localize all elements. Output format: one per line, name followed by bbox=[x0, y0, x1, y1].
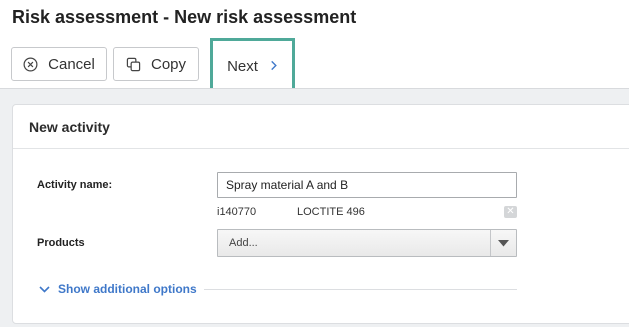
next-button-highlight: Next bbox=[210, 38, 295, 95]
copy-button[interactable]: Copy bbox=[113, 47, 199, 81]
next-label: Next bbox=[227, 58, 258, 75]
close-circle-icon bbox=[23, 57, 38, 72]
product-item: i140770 LOCTITE 496 ✕ bbox=[217, 205, 517, 221]
activity-name-label: Activity name: bbox=[37, 179, 113, 191]
new-activity-panel: New activity Activity name: i140770 LOCT… bbox=[12, 104, 629, 324]
page-title: Risk assessment - New risk assessment bbox=[12, 7, 357, 27]
product-name: LOCTITE 496 bbox=[297, 206, 365, 218]
copy-icon bbox=[126, 57, 141, 72]
divider bbox=[204, 289, 517, 290]
next-button[interactable]: Next bbox=[213, 41, 292, 92]
copy-label: Copy bbox=[150, 55, 187, 73]
cancel-button[interactable]: Cancel bbox=[11, 47, 107, 81]
caret-down-icon[interactable] bbox=[490, 230, 516, 256]
products-select-value: Add... bbox=[229, 237, 258, 249]
chevron-down-icon bbox=[39, 282, 50, 296]
panel-title: New activity bbox=[29, 119, 110, 135]
close-icon[interactable]: ✕ bbox=[504, 206, 517, 218]
cancel-label: Cancel bbox=[48, 55, 95, 73]
products-label: Products bbox=[37, 237, 85, 249]
activity-name-input[interactable] bbox=[217, 172, 517, 198]
product-code: i140770 bbox=[217, 206, 257, 218]
panel-header: New activity bbox=[13, 105, 629, 149]
chevron-right-icon bbox=[270, 58, 278, 75]
show-additional-options-label: Show additional options bbox=[58, 282, 197, 296]
show-additional-options-link[interactable]: Show additional options bbox=[39, 281, 197, 297]
products-select[interactable]: Add... bbox=[217, 229, 517, 257]
